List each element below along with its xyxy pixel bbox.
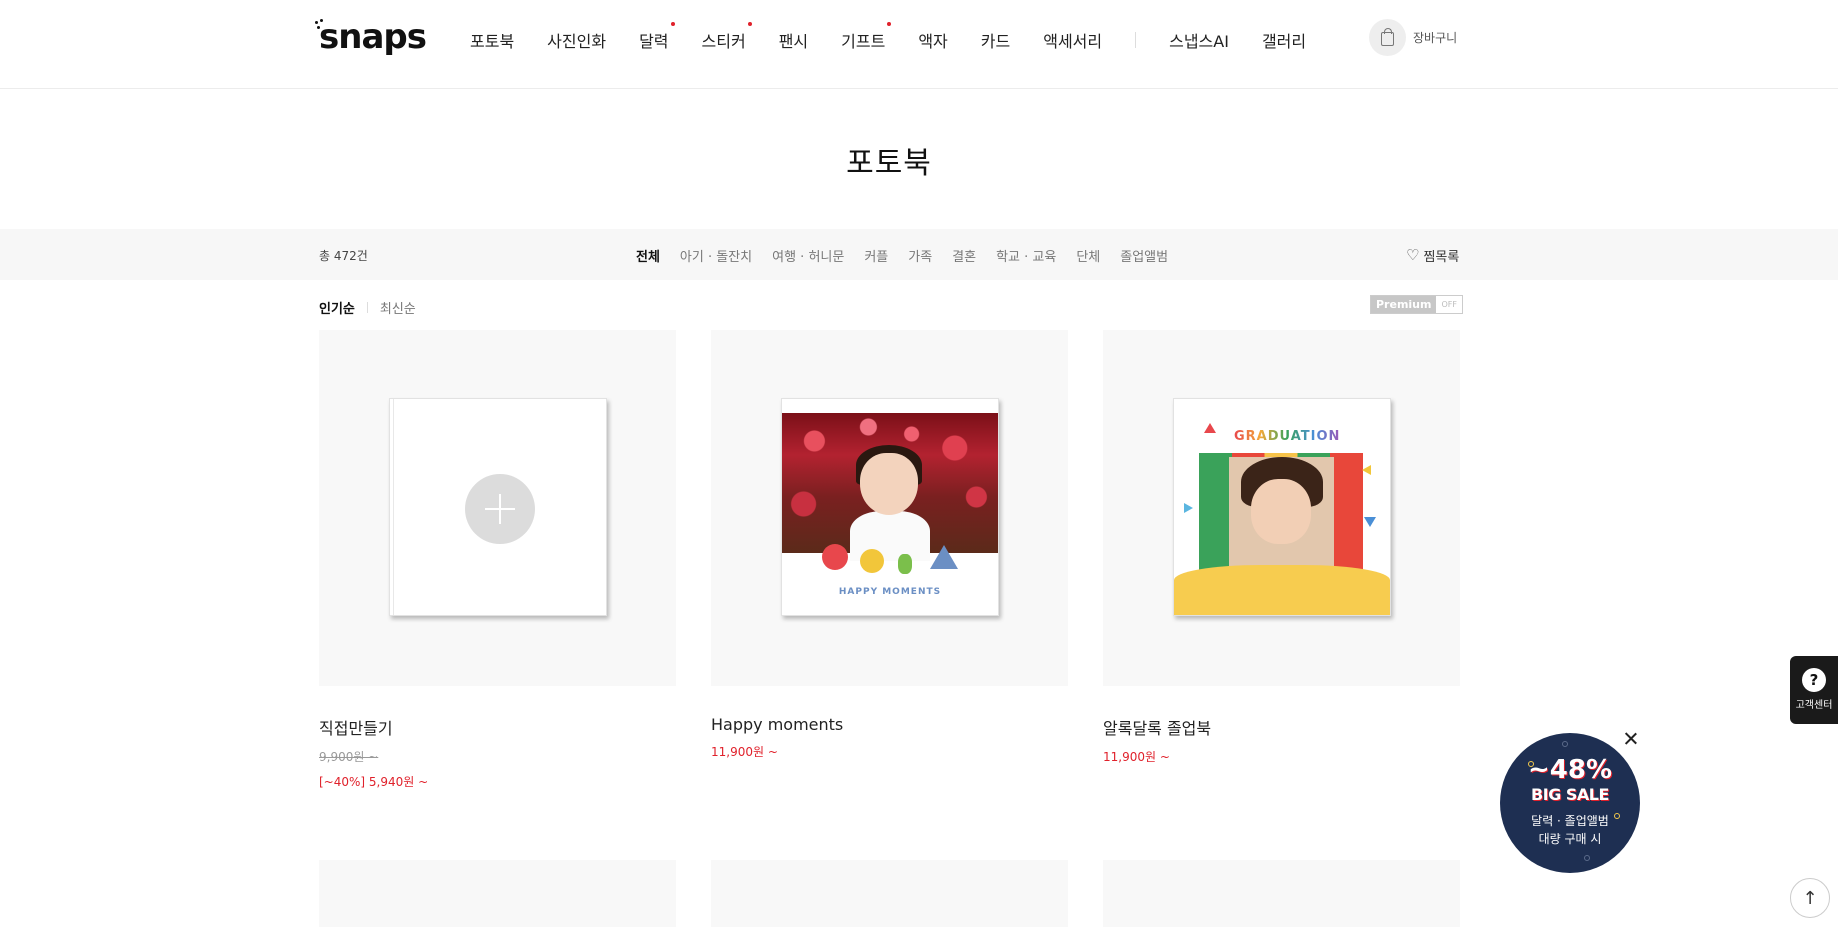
- product-thumbnail[interactable]: [319, 330, 676, 686]
- product-card[interactable]: GRADUATION 알록달록 졸업북 11,900원 ~: [1103, 330, 1460, 765]
- product-name[interactable]: 직접만들기: [319, 715, 676, 739]
- cover-photo: [1229, 457, 1334, 577]
- product-sale-price: [~40%] 5,940원 ~: [319, 775, 429, 789]
- nav-item-fancy[interactable]: 팬시: [779, 28, 808, 52]
- product-name[interactable]: 알록달록 졸업북: [1103, 715, 1460, 739]
- nav-item-gallery[interactable]: 갤러리: [1262, 28, 1306, 52]
- product-price: 11,900원 ~: [711, 745, 778, 759]
- red-character-icon: [822, 544, 848, 570]
- nav-item-calendar[interactable]: 달력: [639, 22, 675, 52]
- main-nav: 포토북 사진인화 달력 스티커 팬시 기프트 액자 카드 액세서리 스냅스AI …: [470, 22, 1339, 52]
- product-name[interactable]: Happy moments: [711, 715, 1068, 734]
- triangle-icon: [1184, 503, 1193, 513]
- nav-item-snaps-ai[interactable]: 스냅스AI: [1169, 28, 1229, 52]
- sparkle-icon: [1584, 855, 1590, 861]
- nav-item-prints[interactable]: 사진인화: [547, 28, 606, 52]
- triangle-icon: [1204, 423, 1216, 433]
- question-icon: ?: [1802, 668, 1826, 692]
- premium-state: OFF: [1436, 296, 1462, 313]
- nav-item-card[interactable]: 카드: [981, 28, 1010, 52]
- sort-latest[interactable]: 최신순: [380, 298, 416, 317]
- sort-options: 인기순 최신순: [319, 298, 416, 317]
- new-dot-icon: [887, 22, 892, 26]
- happy-moments-cover: HAPPY MOMENTS: [781, 398, 999, 616]
- category-tab-family[interactable]: 가족: [908, 246, 932, 265]
- new-dot-icon: [670, 22, 675, 26]
- customer-center-button[interactable]: ? 고객센터: [1790, 656, 1838, 724]
- cart-label: 장바구니: [1413, 31, 1458, 45]
- sort-popular[interactable]: 인기순: [319, 298, 355, 317]
- nav-item-sticker[interactable]: 스티커: [702, 22, 752, 52]
- arrow-up-icon: ↑: [1802, 887, 1818, 909]
- shopping-bag-icon: [1369, 19, 1406, 56]
- close-icon[interactable]: [1622, 730, 1640, 748]
- category-tab-graduation[interactable]: 졸업앨범: [1120, 246, 1168, 265]
- blue-triangle-icon: [930, 545, 958, 569]
- blank-book-cover: [389, 398, 607, 616]
- wishlist-button[interactable]: ♡ 찜목록: [1406, 246, 1460, 266]
- yellow-ground: [1174, 565, 1390, 615]
- product-card-placeholder[interactable]: [319, 860, 676, 927]
- product-thumbnail[interactable]: HAPPY MOMENTS: [711, 330, 1068, 686]
- scroll-top-button[interactable]: ↑: [1790, 878, 1830, 918]
- sort-divider: [366, 302, 368, 313]
- page-title: 포토북: [846, 146, 932, 181]
- logo-dots-icon: [315, 19, 325, 31]
- category-tab-wedding[interactable]: 결혼: [952, 246, 976, 265]
- yellow-character-icon: [860, 549, 884, 573]
- category-tab-school[interactable]: 학교 · 교육: [996, 246, 1056, 265]
- triangle-icon: [1364, 517, 1376, 527]
- product-price: 11,900원 ~: [1103, 750, 1170, 764]
- cover-title: GRADUATION: [1234, 429, 1341, 444]
- sale-percent: ~48%: [1527, 755, 1613, 785]
- category-tab-baby[interactable]: 아기 · 돌잔치: [680, 246, 752, 265]
- category-tabs: 전체 아기 · 돌잔치 여행 · 허니문 커플 가족 결혼 학교 · 교육 단체…: [636, 246, 1188, 265]
- wishlist-label: 찜목록: [1423, 250, 1460, 265]
- nav-divider: [1135, 32, 1137, 48]
- heart-icon: ♡: [1406, 246, 1420, 264]
- premium-toggle[interactable]: Premium OFF: [1370, 295, 1463, 314]
- product-thumbnail[interactable]: GRADUATION: [1103, 330, 1460, 686]
- product-card[interactable]: 직접만들기 9,900원 ~ [~40%] 5,940원 ~: [319, 330, 676, 790]
- new-dot-icon: [747, 22, 752, 26]
- sparkle-icon: [1562, 741, 1568, 747]
- nav-item-frame[interactable]: 액자: [918, 28, 947, 52]
- cover-photo: [782, 413, 998, 561]
- category-tab-all[interactable]: 전체: [636, 246, 660, 265]
- sale-headline: BIG SALE: [1531, 785, 1609, 804]
- premium-label: Premium: [1371, 296, 1437, 313]
- sale-line-2: 대량 구매 시: [1538, 832, 1602, 846]
- product-card[interactable]: HAPPY MOMENTS Happy moments 11,900원 ~: [711, 330, 1068, 760]
- product-card-placeholder[interactable]: [711, 860, 1068, 927]
- site-header: snaps 포토북 사진인화 달력 스티커 팬시 기프트 액자 카드 액세서리 …: [0, 0, 1838, 89]
- category-tab-couple[interactable]: 커플: [864, 246, 888, 265]
- cart-button[interactable]: 장바구니: [1369, 19, 1457, 56]
- nav-item-gift[interactable]: 기프트: [841, 22, 892, 52]
- filter-bar: 총 472건 전체 아기 · 돌잔치 여행 · 허니문 커플 가족 결혼 학교 …: [0, 229, 1838, 280]
- customer-center-label: 고객센터: [1795, 700, 1833, 711]
- category-tab-group[interactable]: 단체: [1076, 246, 1100, 265]
- plus-icon: [465, 474, 535, 544]
- cover-title: HAPPY MOMENTS: [838, 587, 942, 597]
- sale-promo-badge[interactable]: ~48% BIG SALE 달력 · 졸업앨범 대량 구매 시: [1500, 733, 1640, 873]
- triangle-icon: [1362, 465, 1371, 475]
- snaps-logo[interactable]: snaps: [315, 17, 427, 57]
- category-tab-travel[interactable]: 여행 · 허니문: [772, 246, 844, 265]
- graduation-cover: GRADUATION: [1173, 398, 1391, 616]
- nav-item-accessory[interactable]: 액세서리: [1043, 28, 1102, 52]
- nav-item-photobook[interactable]: 포토북: [470, 28, 514, 52]
- total-count: 총 472건: [319, 249, 368, 263]
- sale-line-1: 달력 · 졸업앨범: [1531, 814, 1609, 828]
- product-card-placeholder[interactable]: [1103, 860, 1460, 927]
- product-original-price: 9,900원 ~: [319, 750, 379, 764]
- green-character-icon: [898, 554, 912, 574]
